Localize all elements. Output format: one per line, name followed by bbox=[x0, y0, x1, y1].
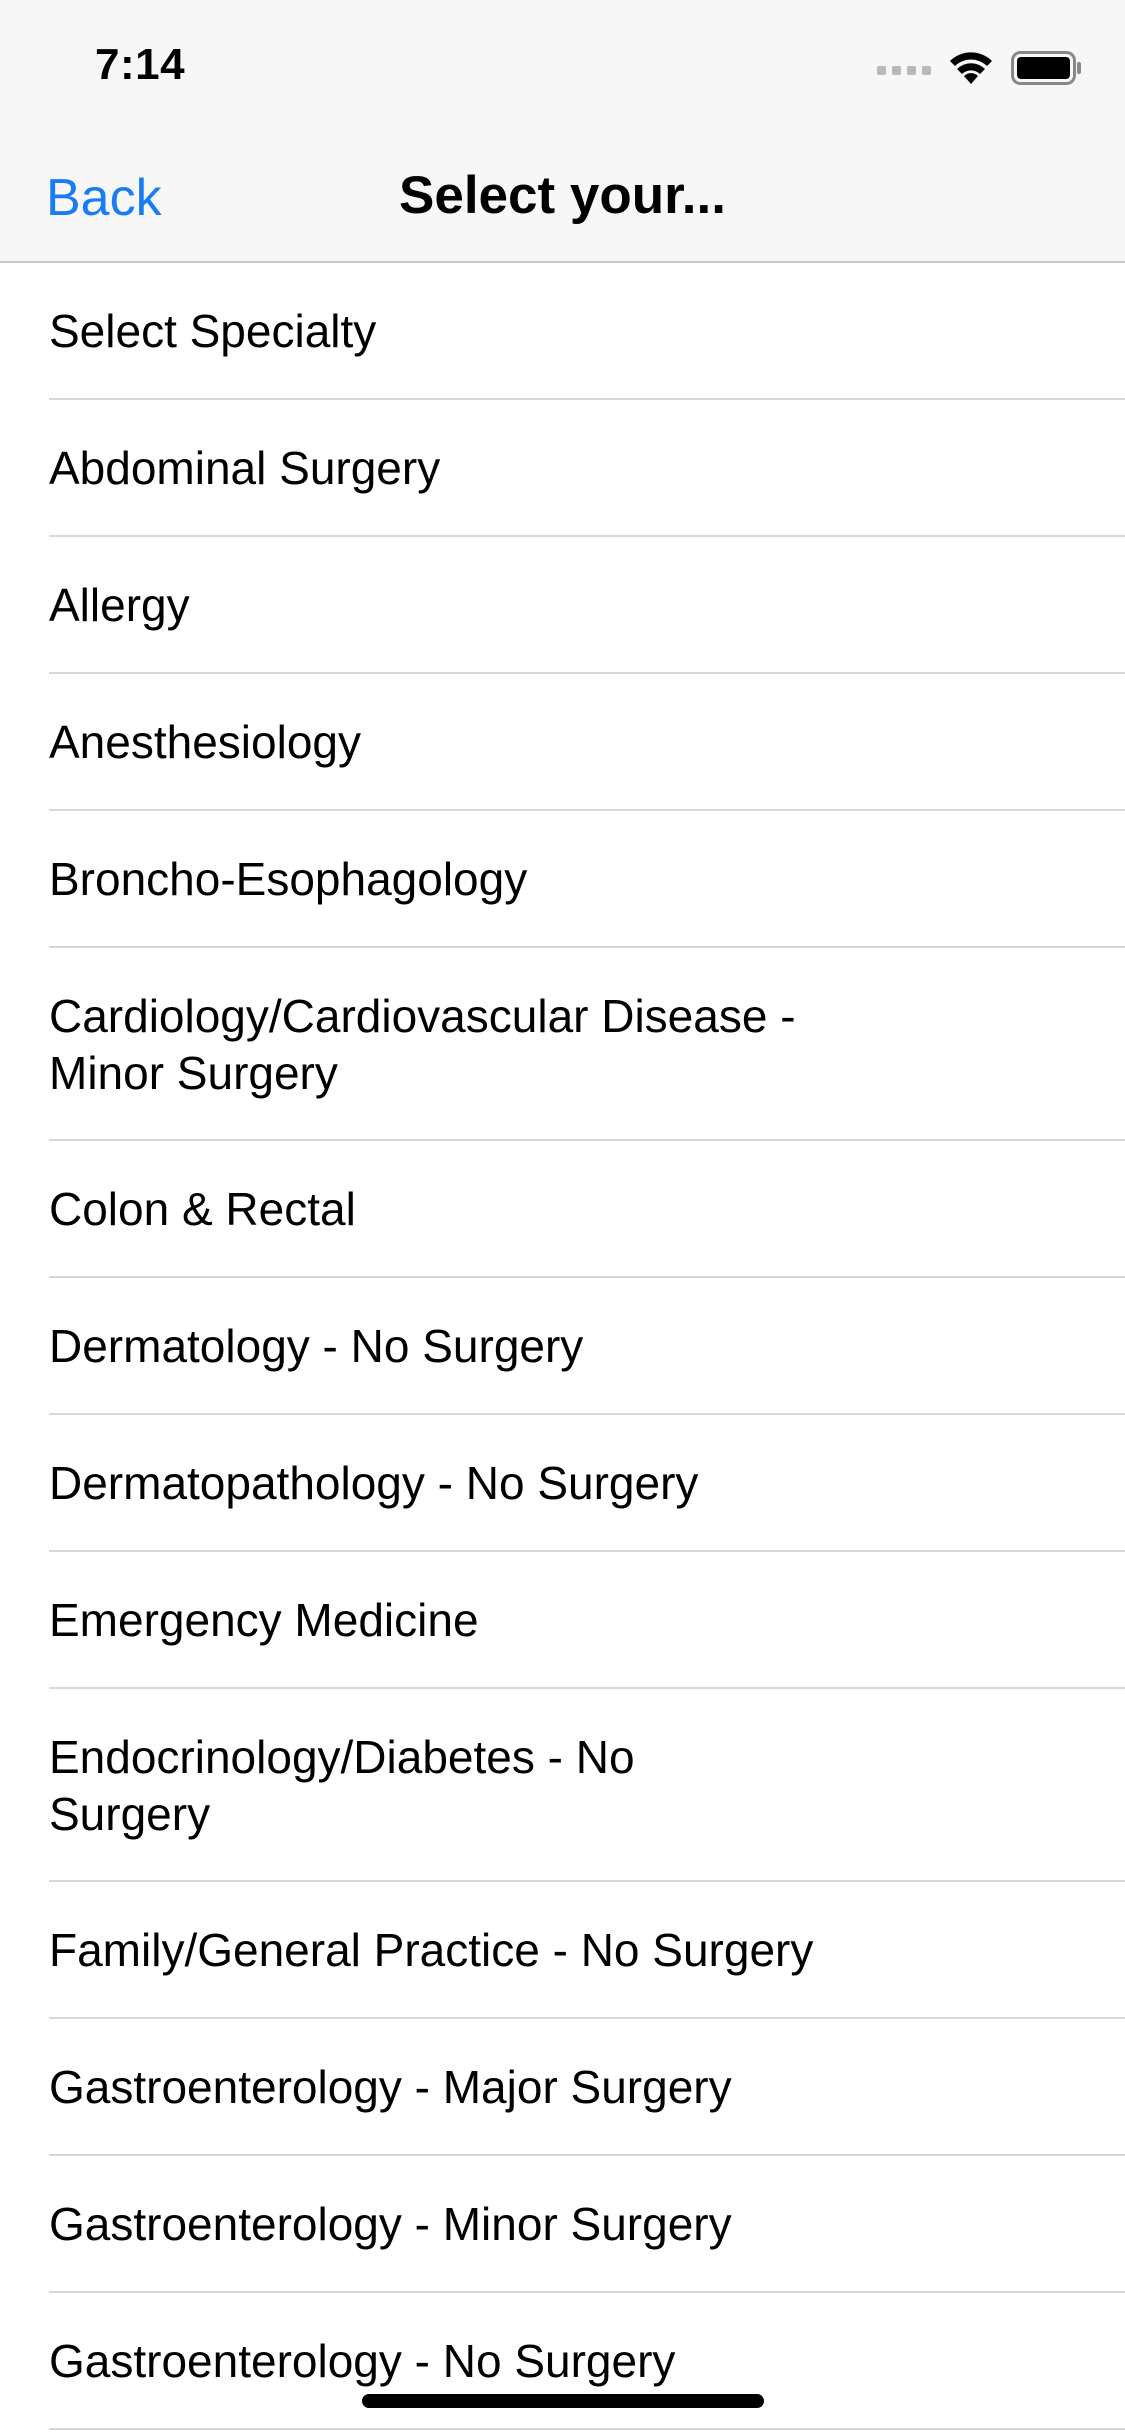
list-item-label: Select Specialty bbox=[49, 305, 377, 357]
list-item[interactable]: Cardiology/Cardiovascular Disease - Mino… bbox=[0, 948, 1125, 1141]
list-item-label: Colon & Rectal bbox=[49, 1183, 356, 1235]
list-item-label: Dermatopathology - No Surgery bbox=[49, 1457, 699, 1509]
list-item[interactable]: Gastroenterology - No Surgery bbox=[0, 2293, 1125, 2430]
list-item[interactable]: Select Specialty bbox=[0, 263, 1125, 400]
list-item-label: Endocrinology/Diabetes - No Surgery bbox=[49, 1730, 635, 1840]
list-item[interactable]: Gastroenterology - Major Surgery bbox=[0, 2019, 1125, 2156]
page-title: Select your... bbox=[399, 166, 726, 225]
list-item-label: Allergy bbox=[49, 579, 190, 631]
list-item[interactable]: Family/General Practice - No Surgery bbox=[0, 1882, 1125, 2019]
list-item[interactable]: Anesthesiology bbox=[0, 674, 1125, 811]
wifi-icon bbox=[949, 51, 993, 90]
list-item[interactable]: Dermatology - No Surgery bbox=[0, 1278, 1125, 1415]
list-item[interactable]: Allergy bbox=[0, 537, 1125, 674]
list-item-label: Anesthesiology bbox=[49, 716, 361, 768]
list-item-label: Dermatology - No Surgery bbox=[49, 1320, 584, 1372]
battery-icon bbox=[1011, 50, 1083, 90]
navigation-header: 7:14 Back Select your... bbox=[0, 0, 1125, 263]
list-item[interactable]: Gastroenterology - Minor Surgery bbox=[0, 2156, 1125, 2293]
list-item[interactable]: Dermatopathology - No Surgery bbox=[0, 1415, 1125, 1552]
signal-dots-icon bbox=[877, 65, 931, 75]
specialty-list: Select Specialty Abdominal Surgery Aller… bbox=[0, 263, 1125, 2430]
list-item-label: Broncho-Esophagology bbox=[49, 853, 528, 905]
list-item[interactable]: Endocrinology/Diabetes - No Surgery bbox=[0, 1689, 1125, 1882]
list-item-label: Gastroenterology - No Surgery bbox=[49, 2335, 676, 2387]
list-item[interactable]: Abdominal Surgery bbox=[0, 400, 1125, 537]
list-item-label: Gastroenterology - Minor Surgery bbox=[49, 2198, 732, 2250]
home-indicator[interactable] bbox=[362, 2394, 764, 2408]
list-item-label: Gastroenterology - Major Surgery bbox=[49, 2061, 732, 2113]
list-item[interactable]: Colon & Rectal bbox=[0, 1141, 1125, 1278]
status-icons bbox=[877, 50, 1083, 90]
status-time: 7:14 bbox=[95, 40, 186, 89]
list-item[interactable]: Emergency Medicine bbox=[0, 1552, 1125, 1689]
list-item[interactable]: Broncho-Esophagology bbox=[0, 811, 1125, 948]
list-item-label: Emergency Medicine bbox=[49, 1594, 479, 1646]
list-item-label: Cardiology/Cardiovascular Disease - Mino… bbox=[49, 989, 796, 1099]
list-item-label: Family/General Practice - No Surgery bbox=[49, 1924, 814, 1976]
list-item-label: Abdominal Surgery bbox=[49, 442, 441, 494]
